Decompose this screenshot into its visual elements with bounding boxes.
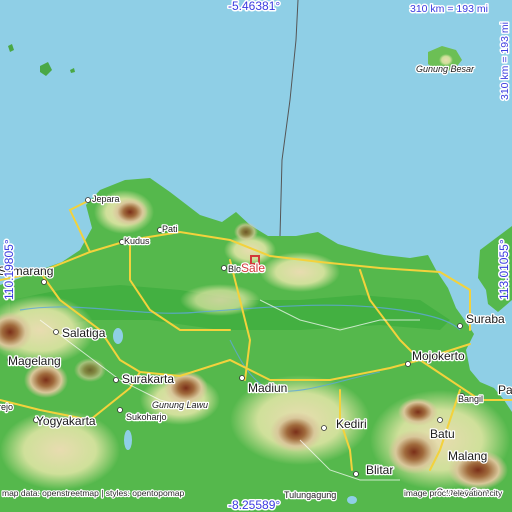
- label-pati: Pati: [162, 224, 178, 234]
- label-sale: Sale: [241, 261, 265, 275]
- label-kediri: Kediri: [336, 417, 367, 431]
- label-surakarta: Surakarta: [122, 372, 174, 386]
- coord-right: 113.01055°: [497, 239, 511, 300]
- credit-map-data: map data: openstreetmap | styles: opento…: [2, 488, 185, 498]
- label-batu: Batu: [430, 427, 455, 441]
- coord-top: -5.46381°: [228, 0, 280, 13]
- label-sukoharjo: Sukoharjo: [126, 412, 167, 422]
- credit-image-proc: image proc.: elevation.city: [404, 488, 503, 498]
- label-gunung-lawu: Gunung Lawu: [152, 400, 208, 410]
- label-blora: Blo: [228, 264, 241, 274]
- label-mojokerto: Mojokerto: [412, 349, 465, 363]
- map-view[interactable]: Semarang Salatiga Magelang rejo Yogyakar…: [0, 0, 512, 512]
- terrain-map: Semarang Salatiga Magelang rejo Yogyakar…: [0, 0, 512, 512]
- label-tulungagung: Tulungagung: [284, 490, 336, 500]
- label-pasuruan: Pa: [498, 383, 512, 397]
- label-rejo: rejo: [0, 402, 13, 412]
- coord-bottom: -8.25589°: [228, 498, 280, 512]
- label-salatiga: Salatiga: [62, 326, 106, 340]
- label-gunung-besar: Gunung Besar: [416, 64, 475, 74]
- label-madiun: Madiun: [248, 381, 287, 395]
- coord-left: 110.19805°: [2, 239, 16, 300]
- label-bangil: Bangil: [458, 394, 483, 404]
- label-magelang: Magelang: [8, 354, 61, 368]
- label-kudus: Kudus: [124, 236, 150, 246]
- label-malang: Malang: [448, 449, 487, 463]
- scale-vertical: 310 km = 193 mi: [499, 22, 511, 100]
- label-blitar: Blitar: [366, 463, 393, 477]
- label-yogyakarta: Yogyakarta: [36, 414, 96, 428]
- label-jepara: Jepara: [92, 194, 120, 204]
- label-surabaya: Suraba: [466, 312, 505, 326]
- scale-horizontal: 310 km = 193 mi: [410, 3, 488, 15]
